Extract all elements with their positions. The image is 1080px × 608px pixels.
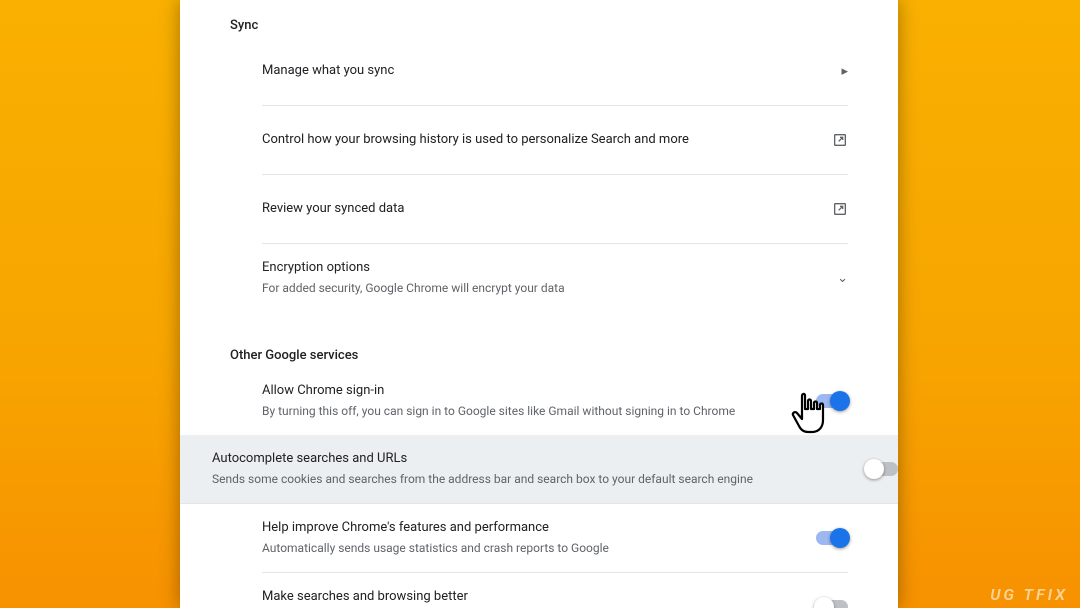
autocomplete-sub: Sends some cookies and searches from the… (212, 471, 836, 488)
allow-signin-sub: By turning this off, you can sign in to … (262, 403, 786, 420)
help-improve-title: Help improve Chrome's features and perfo… (262, 519, 786, 538)
help-improve-toggle[interactable] (816, 531, 848, 545)
autocomplete-title: Autocomplete searches and URLs (212, 450, 836, 469)
better-search-title: Make searches and browsing better (262, 588, 786, 607)
review-synced-row[interactable]: Review your synced data (262, 175, 848, 244)
autocomplete-toggle[interactable] (866, 462, 898, 476)
settings-panel: Sync Manage what you sync ▸ Control how … (180, 0, 898, 608)
help-improve-sub: Automatically sends usage statistics and… (262, 540, 786, 557)
chevron-right-icon: ▸ (841, 64, 848, 79)
allow-signin-toggle[interactable] (816, 394, 848, 408)
review-synced-label: Review your synced data (262, 200, 802, 219)
watermark: UG TFIX (990, 585, 1068, 604)
control-history-row[interactable]: Control how your browsing history is use… (262, 106, 848, 175)
encryption-title: Encryption options (262, 259, 807, 278)
encryption-row[interactable]: Encryption options For added security, G… (262, 244, 848, 312)
better-search-toggle[interactable] (816, 600, 848, 608)
allow-signin-title: Allow Chrome sign-in (262, 382, 786, 401)
manage-sync-label: Manage what you sync (262, 62, 811, 81)
help-improve-row: Help improve Chrome's features and perfo… (262, 504, 848, 573)
external-link-icon (832, 132, 848, 148)
autocomplete-row: Autocomplete searches and URLs Sends som… (180, 435, 898, 504)
control-history-label: Control how your browsing history is use… (262, 131, 802, 150)
better-search-row: Make searches and browsing better Sends … (262, 573, 848, 608)
external-link-icon (832, 201, 848, 217)
sync-heading: Sync (230, 18, 848, 33)
other-services-heading: Other Google services (230, 348, 848, 363)
chevron-down-icon: ⌄ (837, 271, 848, 286)
allow-signin-row: Allow Chrome sign-in By turning this off… (262, 367, 848, 435)
encryption-sub: For added security, Google Chrome will e… (262, 280, 807, 297)
manage-sync-row[interactable]: Manage what you sync ▸ (262, 37, 848, 106)
